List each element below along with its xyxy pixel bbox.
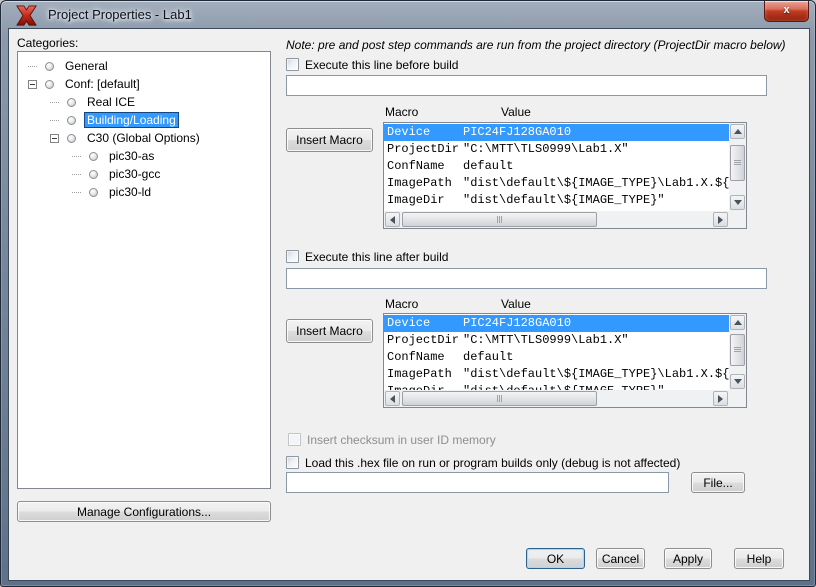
vertical-scroll-thumb[interactable]: [730, 334, 745, 366]
macro-list-before: Device PIC24FJ128GA010 ProjectDir "C:\MT…: [383, 122, 747, 229]
ok-button[interactable]: OK: [526, 548, 585, 569]
tree-connector: [50, 102, 59, 103]
macro-row-imagepath[interactable]: ImagePath "dist\default\${IMAGE_TYPE}\La…: [384, 175, 729, 192]
tree-item-label: General: [62, 58, 111, 74]
execute-after-build-checkbox[interactable]: [286, 250, 299, 263]
tree-item-label-selected: Building/Loading: [84, 112, 179, 128]
macro-rows: Device PIC24FJ128GA010 ProjectDir "C:\MT…: [384, 123, 729, 211]
collapse-expander-icon[interactable]: [50, 134, 59, 143]
value-column-header: Value: [501, 105, 531, 119]
scroll-right-arrow-icon[interactable]: [713, 212, 728, 227]
tree-connector: [50, 120, 59, 121]
after-build-command-input[interactable]: [286, 268, 767, 289]
horizontal-scroll-thumb[interactable]: [402, 391, 597, 406]
insert-macro-button-before[interactable]: Insert Macro: [286, 128, 373, 152]
insert-macro-button-after[interactable]: Insert Macro: [286, 319, 373, 343]
scroll-left-arrow-icon[interactable]: [385, 212, 400, 227]
tree-node-icon: [45, 80, 54, 89]
tree-item-pic30-gcc[interactable]: pic30-gcc: [18, 165, 270, 183]
macro-rows: Device PIC24FJ128GA010 ProjectDir "C:\MT…: [384, 314, 729, 390]
insert-checksum-label: Insert checksum in user ID memory: [307, 433, 496, 447]
tree-item-conf-default[interactable]: Conf: [default]: [18, 75, 270, 93]
macro-row-projectdir[interactable]: ProjectDir "C:\MTT\TLS0999\Lab1.X": [384, 141, 729, 158]
macro-row-imagedir[interactable]: ImageDir "dist\default\${IMAGE_TYPE}": [384, 383, 729, 390]
tree-item-label: pic30-as: [106, 148, 157, 164]
scrollbar-corner: [729, 390, 746, 407]
mplab-x-app-icon: [16, 5, 37, 26]
apply-button[interactable]: Apply: [664, 548, 712, 569]
tree-item-c30-global-options[interactable]: C30 (Global Options): [18, 129, 270, 147]
execute-before-build-checkbox[interactable]: [286, 58, 299, 71]
close-button[interactable]: x: [764, 1, 809, 22]
tree-item-real-ice[interactable]: Real ICE: [18, 93, 270, 111]
macro-column-header: Macro: [385, 105, 418, 119]
note-text: Note: pre and post step commands are run…: [286, 38, 786, 52]
scrollbar-corner: [729, 211, 746, 228]
before-build-command-input[interactable]: [286, 75, 767, 96]
hex-file-path-input[interactable]: [286, 472, 669, 493]
macro-row-confname[interactable]: ConfName default: [384, 158, 729, 175]
scroll-up-arrow-icon[interactable]: [730, 124, 745, 139]
tree-node-icon: [67, 116, 76, 125]
vertical-scrollbar[interactable]: [729, 314, 746, 390]
scroll-up-arrow-icon[interactable]: [730, 315, 745, 330]
vertical-scroll-thumb[interactable]: [730, 145, 745, 181]
tree-node-icon: [89, 170, 98, 179]
collapse-expander-icon[interactable]: [28, 80, 37, 89]
tree-item-label: Real ICE: [84, 94, 138, 110]
tree-node-icon: [45, 62, 54, 71]
scroll-down-arrow-icon[interactable]: [730, 374, 745, 389]
tree-connector: [72, 174, 81, 175]
tree-connector: [28, 66, 37, 67]
scroll-down-arrow-icon[interactable]: [730, 195, 745, 210]
macro-row-imagedir[interactable]: ImageDir "dist\default\${IMAGE_TYPE}": [384, 192, 729, 209]
close-icon: x: [783, 4, 789, 16]
scroll-left-arrow-icon[interactable]: [385, 391, 400, 406]
file-browse-button[interactable]: File...: [691, 472, 745, 493]
tree-item-pic30-as[interactable]: pic30-as: [18, 147, 270, 165]
tree-item-general[interactable]: General: [18, 57, 270, 75]
load-hex-checkbox[interactable]: [286, 456, 299, 469]
tree-item-label: pic30-ld: [106, 184, 154, 200]
load-hex-label: Load this .hex file on run or program bu…: [305, 456, 680, 470]
dialog-body: Categories: General Conf: [default] Real…: [9, 29, 809, 580]
macro-row-device[interactable]: Device PIC24FJ128GA010: [384, 315, 729, 332]
insert-checksum-checkbox: [288, 433, 301, 446]
macro-row-projectdir[interactable]: ProjectDir "C:\MTT\TLS0999\Lab1.X": [384, 332, 729, 349]
categories-tree: General Conf: [default] Real ICE Buildin…: [17, 51, 271, 489]
manage-configurations-button[interactable]: Manage Configurations...: [17, 501, 271, 522]
cancel-button[interactable]: Cancel: [596, 548, 645, 569]
tree-connector: [72, 192, 81, 193]
tree-connector: [72, 156, 81, 157]
tree-item-label: C30 (Global Options): [84, 130, 203, 146]
macro-column-header: Macro: [385, 297, 418, 311]
tree-item-pic30-ld[interactable]: pic30-ld: [18, 183, 270, 201]
tree-item-label: Conf: [default]: [62, 76, 143, 92]
value-column-header: Value: [501, 297, 531, 311]
categories-label: Categories:: [17, 36, 78, 50]
tree-node-icon: [89, 152, 98, 161]
help-button[interactable]: Help: [734, 548, 784, 569]
scroll-right-arrow-icon[interactable]: [713, 391, 728, 406]
horizontal-scrollbar[interactable]: [384, 390, 729, 407]
execute-after-build-label: Execute this line after build: [305, 250, 448, 264]
tree-node-icon: [67, 134, 76, 143]
horizontal-scroll-thumb[interactable]: [402, 212, 597, 227]
tree-node-icon: [67, 98, 76, 107]
tree-node-icon: [89, 188, 98, 197]
vertical-scrollbar[interactable]: [729, 123, 746, 211]
tree-item-label: pic30-gcc: [106, 166, 163, 182]
project-properties-dialog: Project Properties - Lab1 x Categories: …: [0, 0, 816, 587]
tree-item-building-loading[interactable]: Building/Loading: [18, 111, 270, 129]
macro-row-confname[interactable]: ConfName default: [384, 349, 729, 366]
macro-row-imagepath[interactable]: ImagePath "dist\default\${IMAGE_TYPE}\La…: [384, 366, 729, 383]
macro-list-after: Device PIC24FJ128GA010 ProjectDir "C:\MT…: [383, 313, 747, 408]
window-title: Project Properties - Lab1: [48, 7, 192, 22]
horizontal-scrollbar[interactable]: [384, 211, 729, 228]
macro-row-device[interactable]: Device PIC24FJ128GA010: [384, 124, 729, 141]
execute-before-build-label: Execute this line before build: [305, 58, 458, 72]
titlebar[interactable]: Project Properties - Lab1 x: [1, 1, 815, 29]
